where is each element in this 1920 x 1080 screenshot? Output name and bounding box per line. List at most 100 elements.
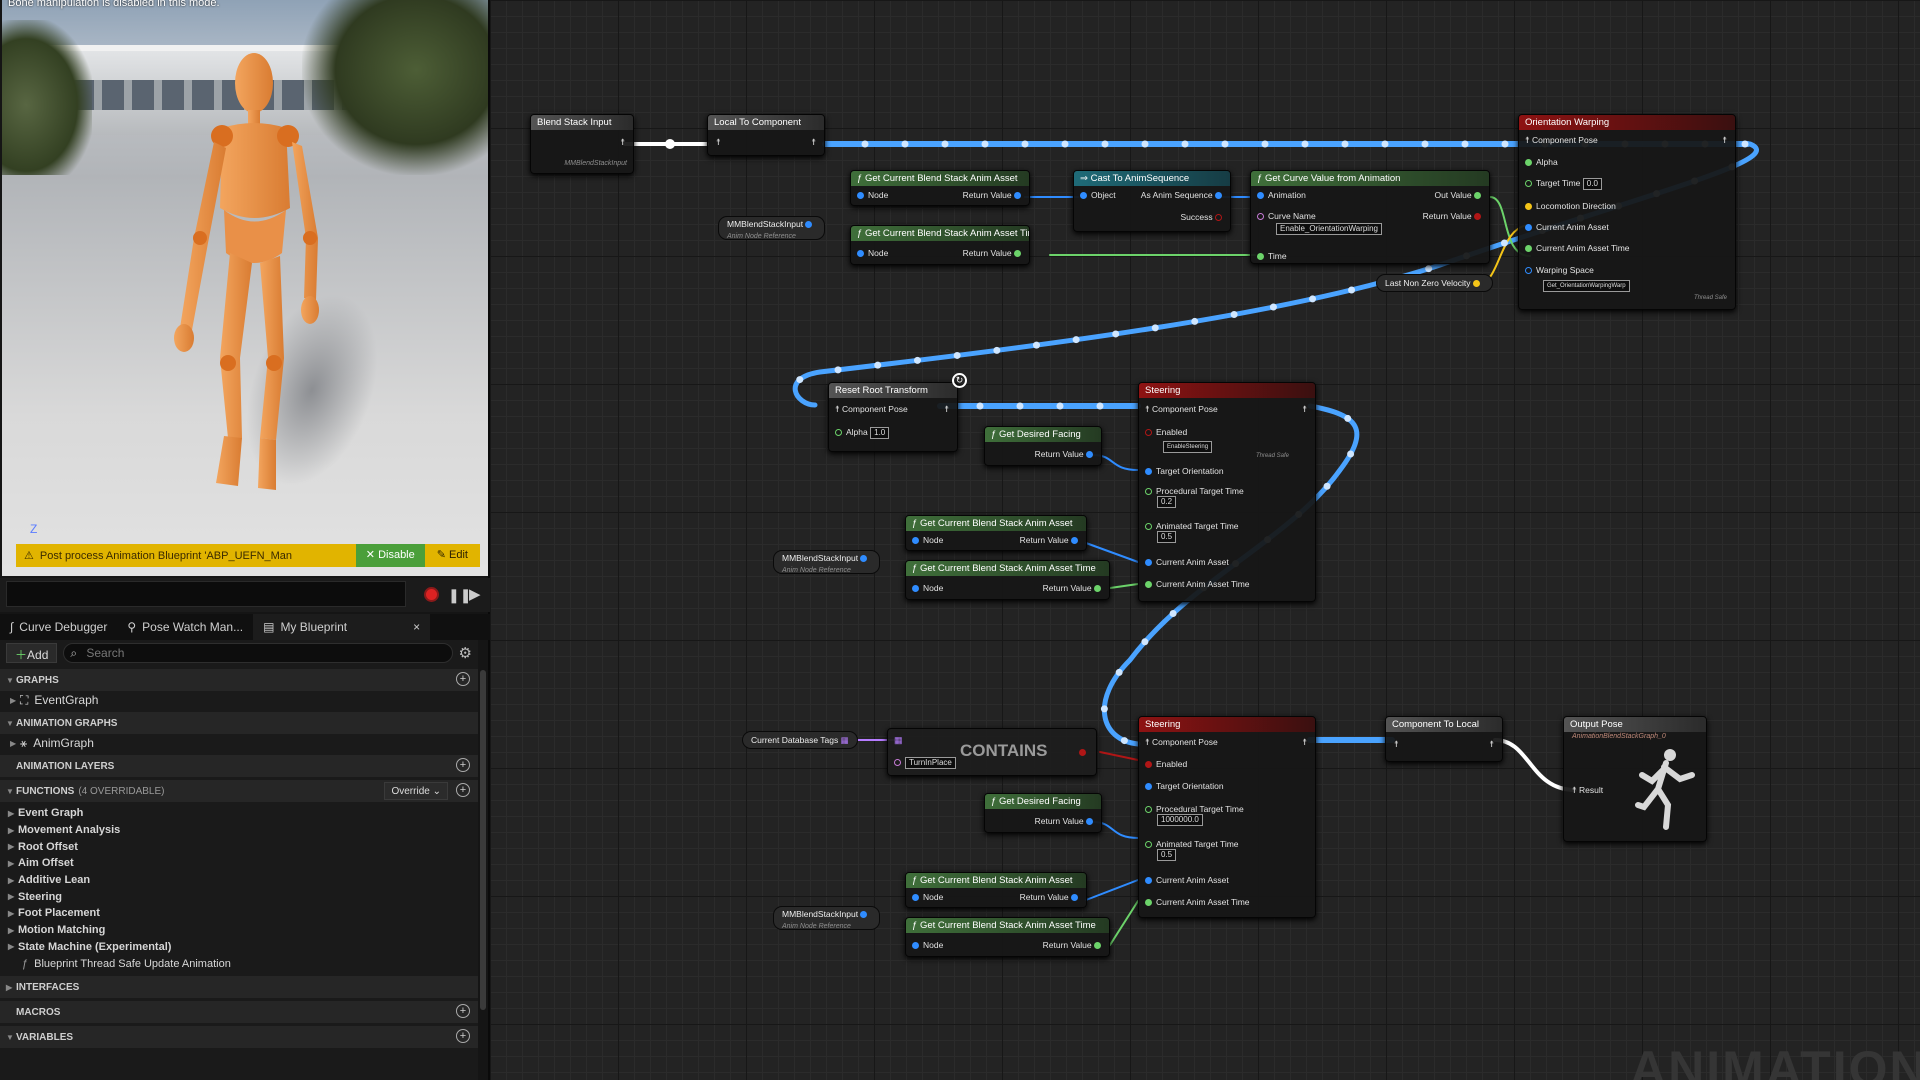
function-item[interactable]: ▶ Foot Placement	[0, 905, 478, 922]
anim-graph-canvas[interactable]: Blend Stack Input ☨ MMBlendStackInput Lo…	[490, 0, 1920, 1080]
enabled-pin[interactable]: Enabled	[1145, 427, 1187, 437]
proc-time-field[interactable]: 1000000.0	[1157, 814, 1203, 826]
procedural-target-time-pin[interactable]: Procedural Target Time 1000000.0	[1145, 804, 1244, 826]
pose-out-pin-icon[interactable]: ☨	[1302, 404, 1307, 415]
node-get-blend-stack-asset-time[interactable]: ƒ Get Current Blend Stack Anim Asset Tim…	[850, 225, 1030, 265]
var-mm-blend-stack-input[interactable]: MMBlendStackInput Anim Node Reference	[773, 550, 881, 574]
return-pin[interactable]: Return Value	[1020, 892, 1082, 902]
node-get-curve-value[interactable]: ƒ Get Curve Value from Animation Animati…	[1250, 170, 1490, 264]
pose-out-pin-icon[interactable]: ☨	[1302, 737, 1307, 748]
pose-out-pin-icon[interactable]: ☨	[1489, 739, 1494, 750]
section-variables[interactable]: ▼ VARIABLES +	[0, 1026, 478, 1049]
node-get-desired-facing[interactable]: ƒ Get Desired Facing Return Value	[984, 426, 1102, 466]
tab-pose-watch[interactable]: ⚲ Pose Watch Man...	[117, 614, 253, 640]
node-reset-root-transform[interactable]: Reset Root Transform ☨ Component Pose ☨ …	[828, 382, 958, 452]
node-local-to-component[interactable]: Local To Component ☨ ☨	[707, 114, 825, 156]
target-orientation-pin[interactable]: Target Orientation	[1145, 466, 1224, 476]
pose-out-pin-icon[interactable]: ☨	[811, 137, 816, 148]
return-pin[interactable]: Return Value	[963, 190, 1025, 200]
node-component-to-local[interactable]: Component To Local ☨ ☨	[1385, 716, 1503, 762]
node-pin[interactable]: Node	[857, 190, 888, 200]
animated-target-time-pin[interactable]: Animated Target Time 0.5	[1145, 839, 1239, 861]
section-graphs[interactable]: ▼ GRAPHS +	[0, 669, 478, 691]
section-macros[interactable]: MACROS +	[0, 1001, 478, 1024]
node-pin[interactable]: Node	[912, 892, 943, 902]
timeline-field[interactable]	[6, 581, 406, 607]
component-pose-pin[interactable]: ☨ Component Pose	[1145, 404, 1218, 415]
return-pin[interactable]: Return Value	[1423, 211, 1485, 221]
tab-close-icon[interactable]: ×	[413, 620, 420, 634]
animated-target-time-pin[interactable]: Animated Target Time 0.5	[1145, 521, 1239, 543]
as-pin[interactable]: As Anim Sequence	[1141, 190, 1226, 200]
alpha-pin[interactable]: Alpha	[1525, 157, 1558, 167]
pose-out-pin-icon[interactable]: ☨	[1722, 135, 1727, 146]
section-animation-graphs[interactable]: ▼ ANIMATION GRAPHS	[0, 712, 478, 734]
var-last-non-zero-velocity[interactable]: Last Non Zero Velocity	[1376, 274, 1493, 292]
function-item[interactable]: ▶ Additive Lean	[0, 872, 478, 889]
node-get-blend-stack-asset-time[interactable]: ƒ Get Current Blend Stack Anim Asset Tim…	[905, 560, 1110, 600]
pause-button[interactable]: ❚❚	[448, 587, 471, 604]
return-pin[interactable]: Return Value	[1035, 449, 1097, 459]
var-mm-blend-stack-input[interactable]: MMBlendStackInput Anim Node Reference	[773, 906, 881, 930]
object-pin[interactable]: Object	[1080, 190, 1116, 200]
search-input[interactable]: ⌕ Search	[63, 643, 453, 663]
add-variable-icon[interactable]: +	[456, 1029, 470, 1044]
alpha-pin[interactable]: Alpha 1.0	[835, 427, 890, 439]
contains-value-pin[interactable]: TurnInPlace	[894, 757, 956, 769]
success-pin[interactable]: Success	[1181, 212, 1227, 222]
component-pose-pin[interactable]: ☨ Component Pose	[1145, 737, 1218, 748]
function-item[interactable]: ▶ Motion Matching	[0, 922, 478, 939]
bool-pin-dot[interactable]	[1079, 749, 1086, 756]
return-pin[interactable]: Return Value	[1043, 940, 1105, 950]
current-anim-asset-pin[interactable]: Current Anim Asset	[1145, 557, 1229, 567]
node-get-blend-stack-asset[interactable]: ƒ Get Current Blend Stack Anim Asset Nod…	[850, 170, 1030, 206]
current-anim-asset-pin[interactable]: Current Anim Asset	[1145, 875, 1229, 885]
return-pin[interactable]: Return Value	[1035, 816, 1097, 826]
section-functions[interactable]: ▼ FUNCTIONS (4 OVERRIDABLE) Override ⌄ +	[0, 780, 478, 802]
panel-scrollbar[interactable]	[480, 670, 486, 1010]
disable-button[interactable]: ✕ Disable	[355, 544, 425, 567]
animation-pin[interactable]: Animation	[1257, 190, 1306, 200]
add-button[interactable]: ＋Add	[6, 643, 58, 663]
node-pin[interactable]: Node	[912, 535, 943, 545]
node-output-pose[interactable]: Output Pose AnimationBlendStackGraph_0 ☨…	[1563, 716, 1707, 842]
node-blend-stack-input[interactable]: Blend Stack Input ☨ MMBlendStackInput	[530, 114, 634, 174]
node-pin[interactable]: Node	[912, 940, 943, 950]
node-contains[interactable]: ▦ CONTAINS TurnInPlace	[887, 728, 1097, 776]
record-button[interactable]	[424, 587, 439, 602]
function-item[interactable]: ▶ State Machine (Experimental)	[0, 939, 478, 956]
enabled-pin[interactable]: Enabled	[1145, 759, 1187, 769]
function-item[interactable]: ▶ Steering	[0, 888, 478, 905]
return-pin[interactable]: Return Value	[963, 248, 1025, 258]
var-current-database-tags[interactable]: Current Database Tags ▦	[742, 731, 858, 749]
node-steering[interactable]: Steering ☨ Component Pose ☨ Enabled Enab…	[1138, 382, 1316, 602]
target-time-field[interactable]: 0.0	[1582, 178, 1602, 190]
out-value-pin[interactable]: Out Value	[1434, 190, 1485, 200]
array-pin-icon[interactable]: ▦	[894, 735, 903, 746]
function-item[interactable]: ▶ Aim Offset	[0, 855, 478, 872]
node-orientation-warping[interactable]: Orientation Warping ☨ Component Pose ☨ A…	[1518, 114, 1736, 310]
pose-out-pin-icon[interactable]: ☨	[944, 404, 949, 415]
function-item[interactable]: ▶ Movement Analysis	[0, 822, 478, 839]
node-get-blend-stack-asset[interactable]: ƒ Get Current Blend Stack Anim Asset Nod…	[905, 515, 1087, 551]
node-pin[interactable]: Node	[912, 583, 943, 593]
add-macro-icon[interactable]: +	[456, 1004, 470, 1019]
warping-space-dropdown[interactable]: Get_OrientationWarpingWarp	[1543, 279, 1630, 292]
add-function-icon[interactable]: +	[456, 783, 470, 797]
return-pin[interactable]: Return Value	[1043, 583, 1105, 593]
play-button[interactable]: ▶	[469, 585, 481, 603]
node-get-blend-stack-asset[interactable]: ƒ Get Current Blend Stack Anim Asset Nod…	[905, 872, 1087, 908]
edit-button[interactable]: ✎ Edit	[424, 544, 480, 567]
anim-time-field[interactable]: 0.5	[1157, 531, 1177, 543]
tab-my-blueprint[interactable]: ▤ My Blueprint ×	[253, 614, 431, 640]
pose-pin-icon[interactable]: ☨	[620, 137, 625, 148]
graph-item-animgraph[interactable]: ▶ ⚹ AnimGraph	[0, 734, 478, 752]
add-graph-icon[interactable]: +	[456, 672, 470, 686]
persona-viewport[interactable]: Bone manipulation is disabled in this mo…	[2, 0, 488, 576]
function-item[interactable]: ▶ Root Offset	[0, 838, 478, 855]
warping-space-pin[interactable]: Warping Space	[1525, 265, 1594, 275]
enabled-dropdown[interactable]: EnableSteering	[1163, 440, 1213, 453]
locomotion-direction-pin[interactable]: Locomotion Direction	[1525, 201, 1616, 211]
section-animation-layers[interactable]: ANIMATION LAYERS +	[0, 755, 478, 777]
pose-in-pin-icon[interactable]: ☨	[1394, 739, 1399, 750]
